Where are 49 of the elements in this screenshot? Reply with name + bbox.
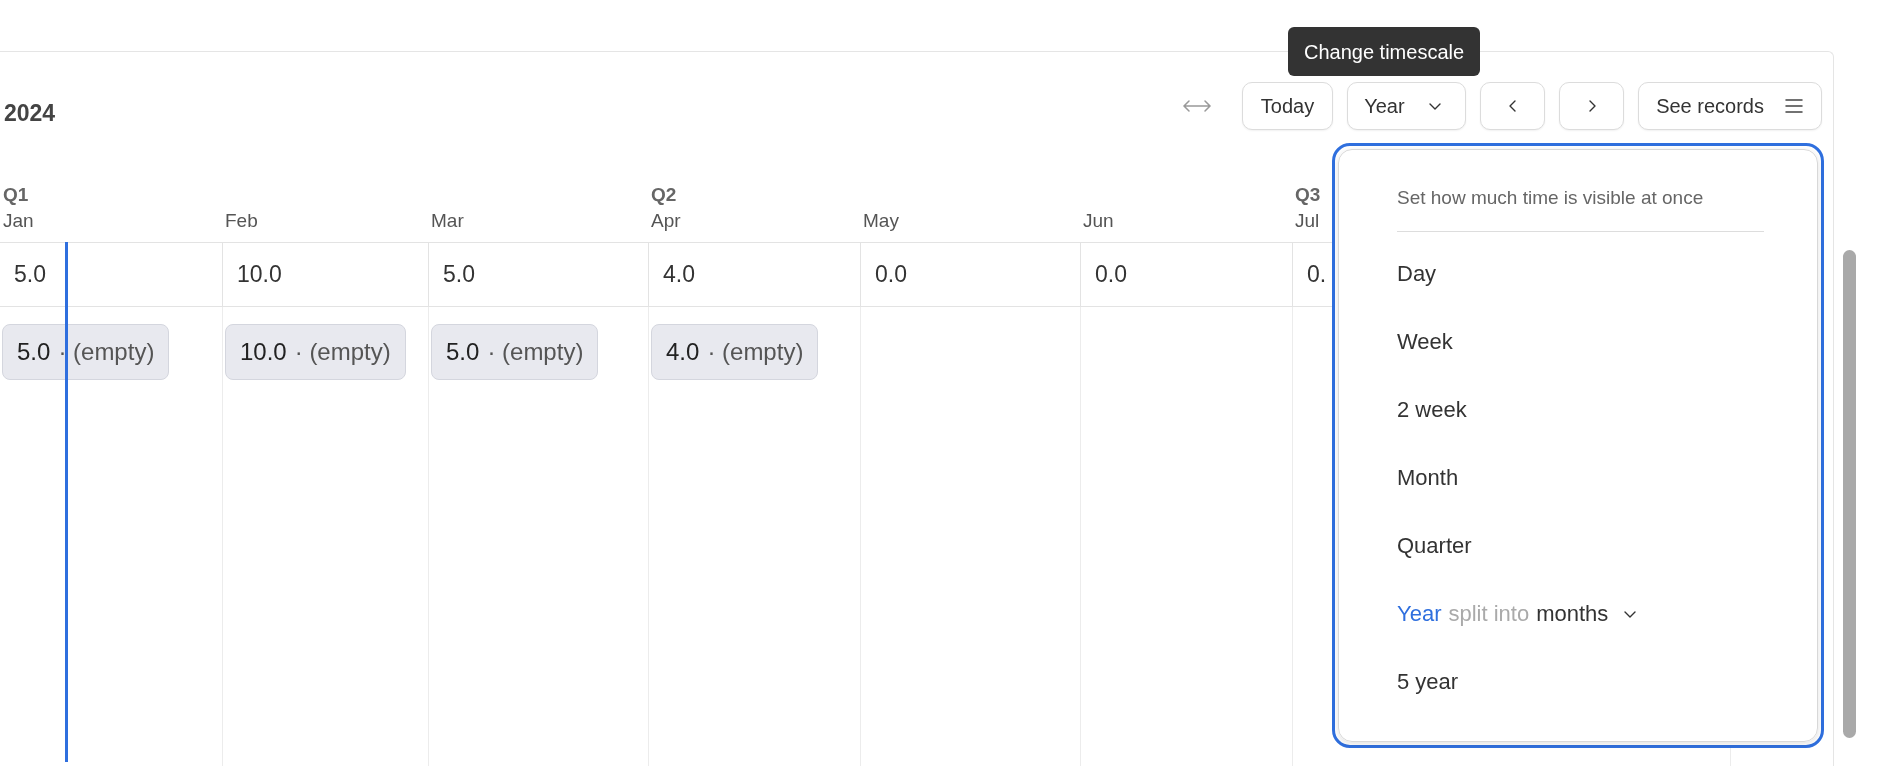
- chip-note: · (empty): [487, 337, 584, 367]
- month-total: 0.: [1307, 260, 1327, 290]
- month-total: 5.0: [443, 260, 475, 290]
- quarter-label: Q1: [3, 183, 29, 207]
- timescale-option[interactable]: Week: [1397, 307, 1817, 376]
- month-label: Jun: [1083, 209, 1114, 233]
- record-chip[interactable]: 5.0 · (empty): [431, 324, 599, 380]
- chip-note: · (empty): [707, 337, 804, 367]
- month-total: 5.0: [14, 260, 46, 290]
- month-label: Apr: [651, 209, 681, 233]
- horizontal-arrows-icon[interactable]: [1181, 99, 1212, 113]
- tooltip: Change timescale: [1288, 27, 1481, 76]
- record-chip[interactable]: 5.0 · (empty): [2, 324, 170, 380]
- timescale-option[interactable]: 2 week: [1397, 375, 1817, 444]
- quarter-label: Q2: [651, 183, 677, 207]
- timescale-option[interactable]: Day: [1397, 239, 1817, 308]
- previous-button[interactable]: [1480, 82, 1546, 130]
- unit-dropdown[interactable]: months: [1536, 597, 1639, 630]
- see-records-button[interactable]: See records: [1638, 82, 1822, 130]
- menu-icon: [1784, 98, 1804, 114]
- month-label: Feb: [225, 209, 258, 233]
- record-chip[interactable]: 4.0 · (empty): [651, 324, 819, 380]
- quarter-label: Q3: [1295, 183, 1321, 207]
- chip-note: · (empty): [58, 337, 155, 367]
- month-total: 10.0: [237, 260, 282, 290]
- record-chip[interactable]: 10.0 · (empty): [225, 324, 406, 380]
- timescale-option[interactable]: Quarter: [1397, 511, 1817, 580]
- menu-description: Set how much time is visible at once: [1397, 186, 1705, 210]
- month-label: Jan: [3, 209, 34, 233]
- month-label: May: [863, 209, 899, 233]
- year-title: 2024: [3, 98, 56, 128]
- month-total: 4.0: [663, 260, 695, 290]
- month-total: 0.0: [1095, 260, 1127, 290]
- month-label: Jul: [1295, 209, 1320, 233]
- chip-note: · (empty): [294, 337, 391, 367]
- timescale-option[interactable]: Month: [1397, 443, 1817, 512]
- chip-value: 4.0: [666, 337, 700, 367]
- today-button[interactable]: Today: [1241, 82, 1334, 130]
- chip-value: 5.0: [446, 337, 480, 367]
- month-label: Mar: [431, 209, 464, 233]
- chip-value: 5.0: [17, 337, 51, 367]
- timescale-option[interactable]: Year: [1397, 597, 1442, 630]
- option-joiner: split into: [1448, 600, 1530, 628]
- timescale-option[interactable]: 5 year: [1397, 647, 1817, 716]
- next-button[interactable]: [1559, 82, 1625, 130]
- month-total: 0.0: [875, 260, 907, 290]
- timescale-dropdown[interactable]: Year: [1347, 82, 1467, 130]
- chip-value: 10.0: [240, 337, 287, 367]
- scrollbar-thumb[interactable]: [1843, 250, 1856, 738]
